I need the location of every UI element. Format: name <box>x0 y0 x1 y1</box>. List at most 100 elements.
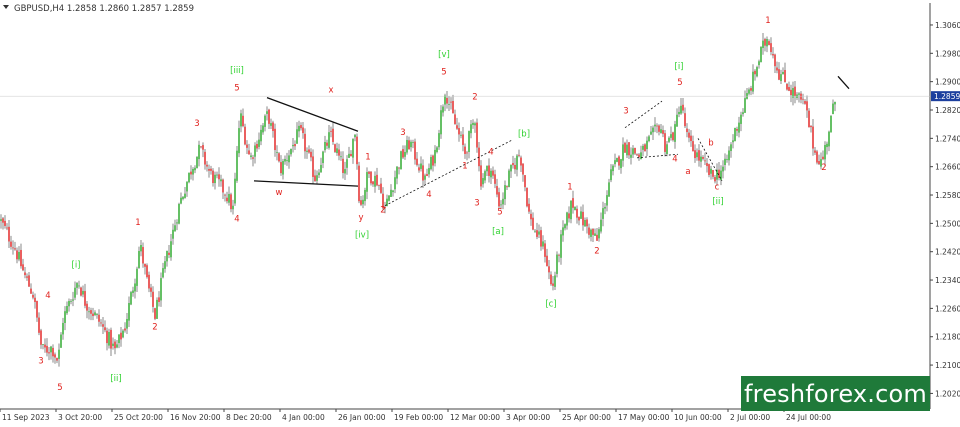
candle-body <box>396 166 398 179</box>
candle-body <box>674 124 676 142</box>
wave-label-minor: 4 <box>488 147 493 157</box>
candle-body <box>608 182 610 197</box>
candle-body <box>392 190 394 193</box>
candle-body <box>544 243 546 257</box>
candle-body <box>374 175 376 187</box>
candle-body <box>150 287 152 292</box>
candle-body <box>728 150 730 161</box>
candle-body <box>112 343 114 346</box>
candle-body <box>216 174 218 176</box>
candle-body <box>226 197 228 202</box>
candle-body <box>476 122 478 148</box>
candle-body <box>84 291 86 306</box>
candle-body <box>376 174 378 186</box>
candle-body <box>534 230 536 232</box>
candle-body <box>612 165 614 172</box>
candle-body <box>256 143 258 149</box>
candle-body <box>554 275 556 287</box>
candle-body <box>302 127 304 134</box>
y-tick-label: 1.2340 <box>935 276 960 285</box>
candle-body <box>280 162 282 174</box>
candle-body <box>762 40 764 49</box>
candle-body <box>812 126 814 149</box>
candle-body <box>320 164 322 173</box>
candle-body <box>60 334 62 348</box>
candle-body <box>304 133 306 152</box>
candle-body <box>264 115 266 127</box>
candle-body <box>738 122 740 133</box>
candle-body <box>120 332 122 340</box>
candle-body <box>198 144 200 160</box>
wave-label-minor: a <box>685 167 690 177</box>
candle-body <box>756 67 758 77</box>
candle-body <box>394 177 396 190</box>
candle-body <box>274 128 276 151</box>
candle-body <box>582 211 584 226</box>
candle-body <box>310 151 312 158</box>
candle-body <box>236 150 238 181</box>
candle-body <box>514 164 516 170</box>
candle-body <box>592 228 594 235</box>
chart-canvas[interactable]: 5 3 4 [i] [ii] 1 2 3 4 5 [iii] x w y [iv] 1 2 3 4 5 [v] 1 2 3 4 5… <box>0 0 960 423</box>
candle-body <box>794 86 796 96</box>
candle-body <box>268 109 270 124</box>
candle-body <box>224 194 226 196</box>
candle-body <box>356 136 358 165</box>
candle-body <box>378 184 380 186</box>
candle-body <box>18 251 20 260</box>
candle-body <box>474 123 476 126</box>
candle-body <box>454 114 456 125</box>
candle-body <box>88 311 90 313</box>
candle-body <box>242 115 244 127</box>
candle-body <box>722 166 724 172</box>
candle-body <box>552 283 554 286</box>
candle-body <box>730 144 732 152</box>
x-tick-label: 25 Oct 20:00 <box>114 413 163 422</box>
candle-body <box>220 179 222 182</box>
candle-body <box>828 131 830 147</box>
candle-body <box>180 197 182 204</box>
candle-body <box>70 300 72 302</box>
candle-body <box>708 164 710 175</box>
candle-body <box>786 83 788 90</box>
candle-body <box>714 177 716 182</box>
candle-body <box>42 344 44 345</box>
candle-body <box>218 174 220 180</box>
candle-body <box>822 156 824 160</box>
candle-body <box>94 312 96 316</box>
candle-body <box>234 178 236 204</box>
y-tick-label: 1.2420 <box>935 248 960 257</box>
symbol-ohlc-header: GBPUSD,H4 1.2858 1.2860 1.2857 1.2859 <box>14 4 194 14</box>
candle-body <box>352 139 354 158</box>
wave-label-minor: 2 <box>821 163 826 173</box>
candle-body <box>576 208 578 218</box>
wave-label-minor: 3 <box>400 128 405 138</box>
candle-body <box>684 113 686 127</box>
candle-body <box>158 297 160 302</box>
wave-label-minor: 2 <box>594 246 599 256</box>
candle-body <box>262 125 264 133</box>
candle-body <box>626 144 628 156</box>
candle-body <box>564 224 566 229</box>
candle-body <box>294 144 296 147</box>
candle-body <box>106 330 108 344</box>
wave-label-major: [i] <box>72 261 81 271</box>
candle-body <box>122 330 124 338</box>
candle-body <box>632 148 634 155</box>
y-tick-label: 1.2580 <box>935 191 960 200</box>
candle-body <box>30 288 32 294</box>
candle-body <box>50 346 52 353</box>
y-tick-label: 1.2180 <box>935 333 960 342</box>
candle-body <box>72 299 74 301</box>
candle-body <box>168 252 170 255</box>
candle-body <box>758 61 760 66</box>
candle-body <box>462 134 464 145</box>
y-tick-label: 1.2500 <box>935 219 960 228</box>
price-chart[interactable]: 5 3 4 [i] [ii] 1 2 3 4 5 [iii] x w y [iv] 1 2 3 4 5 [v] 1 2 3 4 5… <box>0 0 960 423</box>
candle-body <box>482 178 484 185</box>
candle-body <box>600 219 602 232</box>
candle-body <box>0 219 2 221</box>
candle-body <box>272 122 274 131</box>
candle-body <box>138 251 140 269</box>
candle-body <box>368 171 370 174</box>
